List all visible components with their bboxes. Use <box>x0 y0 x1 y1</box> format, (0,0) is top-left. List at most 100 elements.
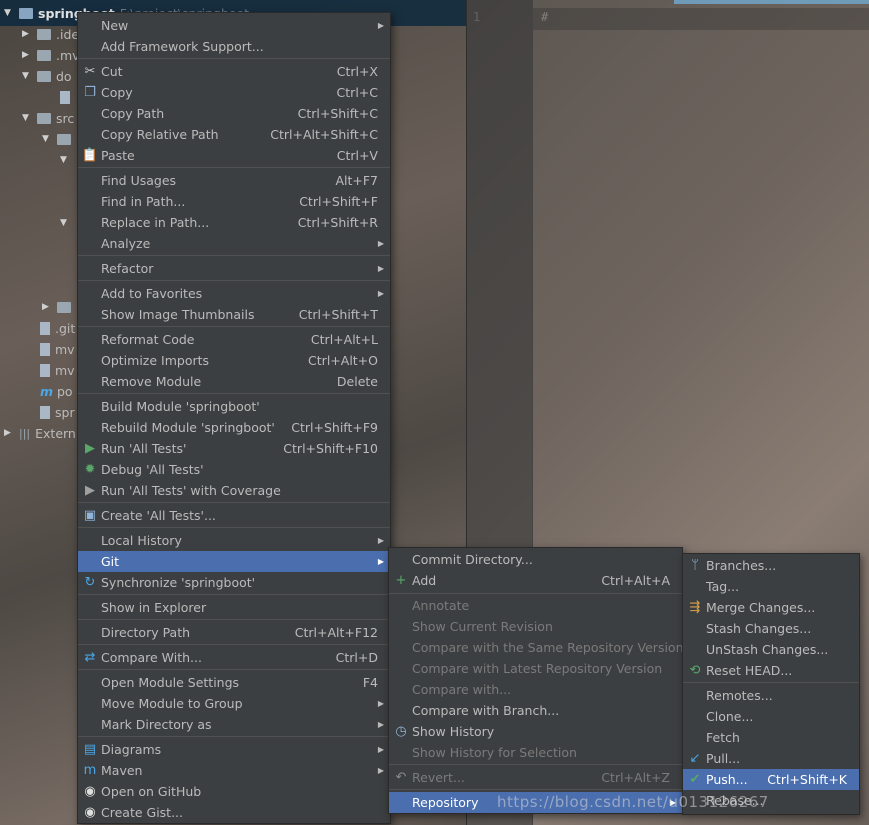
repo-item-stash-changes[interactable]: Stash Changes... <box>683 618 859 639</box>
git-item-compare-with-latest-repository-version[interactable]: Compare with Latest Repository Version <box>389 658 682 679</box>
ctx-item-refactor[interactable]: Refactor ▶ <box>78 258 390 279</box>
ctx-item-reformat-code[interactable]: Reformat Code Ctrl+Alt+L <box>78 329 390 350</box>
expand-arrow-icon[interactable]: ▼ <box>60 218 70 228</box>
repo-item-branches[interactable]: ᛘ Branches... <box>683 555 859 576</box>
repo-item-reset-head[interactable]: ⟲ Reset HEAD... <box>683 660 859 681</box>
menu-item-label: Replace in Path... <box>101 215 210 230</box>
repo-item-push[interactable]: ✔ Push... Ctrl+Shift+K <box>683 769 859 790</box>
repo-item-merge-changes[interactable]: ⇶ Merge Changes... <box>683 597 859 618</box>
git-item-show-history[interactable]: ◷ Show History <box>389 721 682 742</box>
git-item-annotate[interactable]: Annotate <box>389 595 682 616</box>
expand-arrow-icon[interactable]: ▼ <box>42 134 52 144</box>
expand-arrow-icon[interactable]: ▼ <box>22 113 32 123</box>
ctx-item-create-gist[interactable]: ◉ Create Gist... <box>78 802 390 823</box>
ctx-item-copy[interactable]: ❐ Copy Ctrl+C <box>78 82 390 103</box>
ctx-item-copy-relative-path[interactable]: Copy Relative Path Ctrl+Alt+Shift+C <box>78 124 390 145</box>
repo-item-remotes[interactable]: Remotes... <box>683 685 859 706</box>
compare-icon: ⇄ <box>84 650 96 665</box>
ctx-item-create-all-tests[interactable]: ▣ Create 'All Tests'... <box>78 505 390 526</box>
ctx-item-open-module-settings[interactable]: Open Module Settings F4 <box>78 672 390 693</box>
expand-arrow-icon[interactable]: ▼ <box>60 155 70 165</box>
tree-row[interactable]: ▼ <box>42 129 71 149</box>
ctx-item-rebuild-module-springboot[interactable]: Rebuild Module 'springboot' Ctrl+Shift+F9 <box>78 417 390 438</box>
ctx-item-cut[interactable]: ✂ Cut Ctrl+X <box>78 61 390 82</box>
ctx-item-maven[interactable]: m Maven ▶ <box>78 760 390 781</box>
repo-item-unstash-changes[interactable]: UnStash Changes... <box>683 639 859 660</box>
expand-arrow-icon[interactable]: ▼ <box>22 71 32 81</box>
ctx-item-directory-path[interactable]: Directory Path Ctrl+Alt+F12 <box>78 622 390 643</box>
ctx-item-run-all-tests[interactable]: ▶ Run 'All Tests' Ctrl+Shift+F10 <box>78 438 390 459</box>
ctx-item-git[interactable]: Git ▶ <box>78 551 390 572</box>
submenu-arrow-icon: ▶ <box>377 264 384 273</box>
menu-item-label: Mark Directory as <box>101 717 212 732</box>
collapse-arrow-icon[interactable]: ▶ <box>4 428 14 438</box>
collapse-arrow-icon[interactable]: ▶ <box>22 29 32 39</box>
ctx-item-optimize-imports[interactable]: Optimize Imports Ctrl+Alt+O <box>78 350 390 371</box>
repo-item-pull[interactable]: ↙ Pull... <box>683 748 859 769</box>
repo-item-tag[interactable]: Tag... <box>683 576 859 597</box>
tree-row[interactable]: ▶ .ide <box>22 24 79 44</box>
git-item-compare-with[interactable]: Compare with... <box>389 679 682 700</box>
ctx-item-find-in-path[interactable]: Find in Path... Ctrl+Shift+F <box>78 191 390 212</box>
tree-row[interactable]: mv <box>40 339 75 359</box>
ctx-item-show-in-explorer[interactable]: Show in Explorer <box>78 597 390 618</box>
ctx-item-replace-in-path[interactable]: Replace in Path... Ctrl+Shift+R <box>78 212 390 233</box>
ctx-item-compare-with[interactable]: ⇄ Compare With... Ctrl+D <box>78 647 390 668</box>
ctx-item-move-module-to-group[interactable]: Move Module to Group ▶ <box>78 693 390 714</box>
expand-arrow-icon[interactable]: ▼ <box>4 8 14 18</box>
tree-row[interactable]: ▶ ||| Extern <box>4 423 76 443</box>
tree-row[interactable]: m po <box>40 381 73 401</box>
ctx-item-show-image-thumbnails[interactable]: Show Image Thumbnails Ctrl+Shift+T <box>78 304 390 325</box>
git-item-show-history-for-selection[interactable]: Show History for Selection <box>389 742 682 763</box>
ctx-item-local-history[interactable]: Local History ▶ <box>78 530 390 551</box>
git-item-compare-with-branch[interactable]: Compare with Branch... <box>389 700 682 721</box>
tree-row[interactable]: ▼ src <box>22 108 74 128</box>
tree-row[interactable]: ▼ do <box>22 66 72 86</box>
menu-item-label: Open on GitHub <box>101 784 202 799</box>
tree-row-label: po <box>57 383 73 399</box>
ctx-item-find-usages[interactable]: Find Usages Alt+F7 <box>78 170 390 191</box>
tree-row[interactable] <box>60 87 70 107</box>
pull-icon: ↙ <box>689 751 701 766</box>
ctx-item-run-all-tests-with-coverage[interactable]: ▶ Run 'All Tests' with Coverage <box>78 480 390 501</box>
ctx-item-paste[interactable]: 📋 Paste Ctrl+V <box>78 145 390 166</box>
ctx-item-add-to-favorites[interactable]: Add to Favorites ▶ <box>78 283 390 304</box>
ctx-item-diagrams[interactable]: ▤ Diagrams ▶ <box>78 739 390 760</box>
git-item-commit-directory[interactable]: Commit Directory... <box>389 549 682 570</box>
context-menu: New ▶ Add Framework Support... ✂ Cut Ctrl+X ❐ C… <box>77 12 391 824</box>
menu-item-label: Merge Changes... <box>706 600 816 615</box>
ctx-item-open-on-github[interactable]: ◉ Open on GitHub <box>78 781 390 802</box>
ctx-item-copy-path[interactable]: Copy Path Ctrl+Shift+C <box>78 103 390 124</box>
ctx-item-build-module-springboot[interactable]: Build Module 'springboot' <box>78 396 390 417</box>
ctx-item-debug-all-tests[interactable]: ✹ Debug 'All Tests' <box>78 459 390 480</box>
ctx-item-synchronize-springboot[interactable]: ↻ Synchronize 'springboot' <box>78 572 390 593</box>
git-item-revert[interactable]: ↶ Revert... Ctrl+Alt+Z <box>389 767 682 788</box>
tree-row[interactable]: ▼ <box>60 213 70 233</box>
ctx-item-remove-module[interactable]: Remove Module Delete <box>78 371 390 392</box>
git-item-add[interactable]: + Add Ctrl+Alt+A <box>389 570 682 591</box>
ctx-item-analyze[interactable]: Analyze ▶ <box>78 233 390 254</box>
tree-row[interactable]: ▶ <box>42 297 71 317</box>
git-item-show-current-revision[interactable]: Show Current Revision <box>389 616 682 637</box>
tree-row[interactable]: spr <box>40 402 75 422</box>
menu-item-label: Directory Path <box>101 625 191 640</box>
editor-text[interactable]: # <box>541 10 548 24</box>
line-number: 1 <box>473 10 481 24</box>
git-item-compare-with-the-same-repository-version[interactable]: Compare with the Same Repository Version <box>389 637 684 658</box>
tree-row[interactable]: mv <box>40 360 75 380</box>
tree-row[interactable]: ▼ <box>60 150 70 170</box>
menu-separator <box>78 326 390 327</box>
ctx-item-add-framework-support[interactable]: Add Framework Support... <box>78 36 390 57</box>
collapse-arrow-icon[interactable]: ▶ <box>22 50 32 60</box>
menu-item-label: Analyze <box>101 236 151 251</box>
repo-item-clone[interactable]: Clone... <box>683 706 859 727</box>
menu-separator <box>389 789 682 790</box>
tree-row[interactable]: ▶ .mv <box>22 45 80 65</box>
tree-row[interactable]: .git <box>40 318 75 338</box>
collapse-arrow-icon[interactable]: ▶ <box>42 302 52 312</box>
menu-separator <box>78 58 390 59</box>
ctx-item-new[interactable]: New ▶ <box>78 15 390 36</box>
github-icon: ◉ <box>84 805 96 820</box>
repo-item-fetch[interactable]: Fetch <box>683 727 859 748</box>
ctx-item-mark-directory-as[interactable]: Mark Directory as ▶ <box>78 714 390 735</box>
